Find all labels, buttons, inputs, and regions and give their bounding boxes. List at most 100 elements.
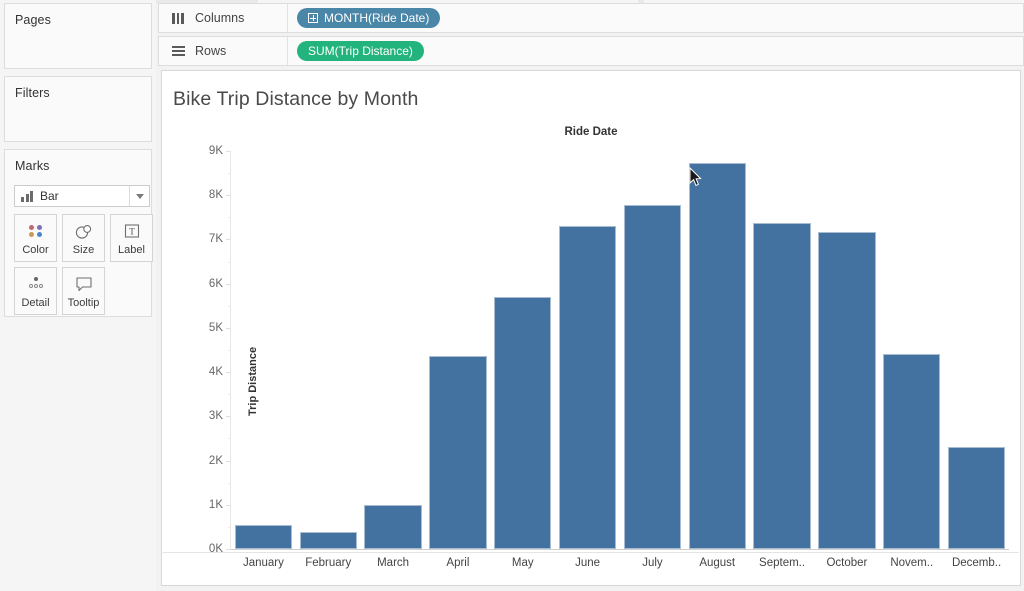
y-axis-tick-label: 8K — [193, 189, 223, 201]
y-axis-tick-label: 6K — [193, 278, 223, 290]
y-axis-tick-label: 7K — [193, 233, 223, 245]
x-axis-tick-label[interactable]: May — [490, 557, 555, 569]
y-axis-minor-tick — [228, 438, 231, 439]
x-axis-tick-label[interactable]: February — [296, 557, 361, 569]
bar[interactable] — [559, 226, 616, 549]
x-axis-line — [231, 549, 1009, 550]
mark-type-value: Bar — [40, 189, 59, 203]
columns-icon — [167, 13, 189, 24]
y-axis-tick-label: 0K — [193, 543, 223, 555]
left-sidebar: Pages Filters Marks Bar — [0, 0, 156, 591]
mark-property-buttons: Color Size — [14, 214, 154, 320]
marks-tooltip-label: Tooltip — [68, 297, 100, 309]
y-axis-minor-tick — [228, 527, 231, 528]
y-axis-minor-tick — [228, 217, 231, 218]
y-axis-tick-mark — [226, 328, 231, 329]
y-axis-tick-mark — [226, 461, 231, 462]
filters-card[interactable]: Filters — [4, 76, 152, 142]
marks-color-label: Color — [22, 244, 48, 256]
pill-month-ride-date-label: MONTH(Ride Date) — [324, 11, 429, 25]
y-axis-minor-tick — [228, 306, 231, 307]
columns-shelf[interactable]: Columns MONTH(Ride Date) — [158, 3, 1024, 33]
y-axis-minor-tick — [228, 350, 231, 351]
y-axis-tick-mark — [226, 195, 231, 196]
y-axis-tick-label: 9K — [193, 145, 223, 157]
marks-card-title: Marks — [5, 150, 151, 173]
pill-sum-trip-distance[interactable]: SUM(Trip Distance) — [297, 41, 424, 61]
y-axis-title: Trip Distance — [247, 347, 259, 416]
columns-shelf-label: Columns — [195, 11, 287, 25]
x-axis-tick-label[interactable]: July — [620, 557, 685, 569]
y-axis-tick-mark — [226, 284, 231, 285]
y-axis-minor-tick — [228, 394, 231, 395]
y-axis-tick-label: 1K — [193, 499, 223, 511]
bar[interactable] — [883, 354, 940, 549]
y-axis-tick-label: 5K — [193, 322, 223, 334]
x-axis-tick-label[interactable]: Novem.. — [879, 557, 944, 569]
y-axis-tick-mark — [226, 505, 231, 506]
y-axis-tick-mark — [226, 239, 231, 240]
y-axis-tick-label: 3K — [193, 410, 223, 422]
x-axis-tick-label[interactable]: January — [231, 557, 296, 569]
bar[interactable] — [364, 505, 421, 549]
bar-mark-icon — [21, 191, 33, 202]
pill-month-ride-date[interactable]: MONTH(Ride Date) — [297, 8, 440, 28]
y-axis-tick-label: 2K — [193, 455, 223, 467]
marks-card: Marks Bar Color — [4, 149, 152, 317]
x-axis-tick-label[interactable]: Decemb.. — [944, 557, 1009, 569]
bar[interactable] — [494, 297, 551, 549]
bar[interactable] — [235, 525, 292, 549]
pill-sum-trip-distance-label: SUM(Trip Distance) — [308, 44, 413, 58]
y-axis-tick-mark — [226, 549, 231, 550]
pane-bottom-rule — [163, 552, 1019, 553]
marks-label-button[interactable]: T Label — [110, 214, 153, 262]
svg-text:T: T — [129, 227, 135, 237]
y-axis-minor-tick — [228, 173, 231, 174]
x-axis-tick-label[interactable]: March — [361, 557, 426, 569]
expand-plus-icon[interactable] — [308, 13, 318, 23]
y-axis-tick-mark — [226, 372, 231, 373]
marks-detail-button[interactable]: Detail — [14, 267, 57, 315]
y-axis-tick-mark — [226, 151, 231, 152]
rows-shelf-pills: SUM(Trip Distance) — [288, 41, 424, 61]
x-axis-tick-label[interactable]: August — [685, 557, 750, 569]
x-axis-tick-label[interactable]: June — [555, 557, 620, 569]
bar[interactable] — [753, 223, 810, 549]
bar[interactable] — [948, 447, 1005, 549]
column-field-header: Ride Date — [162, 126, 1020, 138]
y-axis-minor-tick — [228, 483, 231, 484]
x-axis-tick-label[interactable]: October — [815, 557, 880, 569]
chevron-down-icon[interactable] — [129, 186, 149, 206]
size-shapes-icon — [74, 220, 94, 242]
chart-plot-area: Trip Distance 0K1K2K3K4K5K6K7K8K9K Janua… — [231, 151, 1009, 549]
rows-shelf[interactable]: Rows SUM(Trip Distance) — [158, 36, 1024, 66]
y-axis-tick-mark — [226, 416, 231, 417]
page-title: Bike Trip Distance by Month — [162, 71, 1020, 111]
mark-type-dropdown[interactable]: Bar — [14, 185, 150, 207]
marks-color-button[interactable]: Color — [14, 214, 57, 262]
y-axis-tick-label: 4K — [193, 366, 223, 378]
bar[interactable] — [689, 163, 746, 549]
tableau-worksheet-window: Pages Filters Marks Bar — [0, 0, 1024, 591]
rows-icon — [167, 46, 189, 56]
filters-card-title: Filters — [5, 77, 151, 100]
label-text-icon: T — [124, 220, 140, 242]
visualization-pane: Bike Trip Distance by Month Ride Date Tr… — [161, 70, 1021, 586]
detail-dots-icon — [25, 273, 47, 295]
pages-card-title: Pages — [5, 4, 151, 27]
bar[interactable] — [624, 205, 681, 549]
marks-size-button[interactable]: Size — [62, 214, 105, 262]
color-dots-icon — [29, 220, 43, 242]
x-axis-tick-label[interactable]: Septem.. — [750, 557, 815, 569]
x-axis-tick-label[interactable]: April — [426, 557, 491, 569]
bar[interactable] — [429, 356, 486, 549]
marks-size-label: Size — [73, 244, 94, 256]
shelves-area: Columns MONTH(Ride Date) Rows SUM(Trip D… — [158, 0, 1024, 66]
bar[interactable] — [818, 232, 875, 549]
columns-shelf-pills: MONTH(Ride Date) — [288, 8, 440, 28]
marks-tooltip-button[interactable]: Tooltip — [62, 267, 105, 315]
bar[interactable] — [300, 532, 357, 549]
marks-detail-label: Detail — [21, 297, 49, 309]
pages-card[interactable]: Pages — [4, 3, 152, 69]
tooltip-bubble-icon — [75, 273, 93, 295]
